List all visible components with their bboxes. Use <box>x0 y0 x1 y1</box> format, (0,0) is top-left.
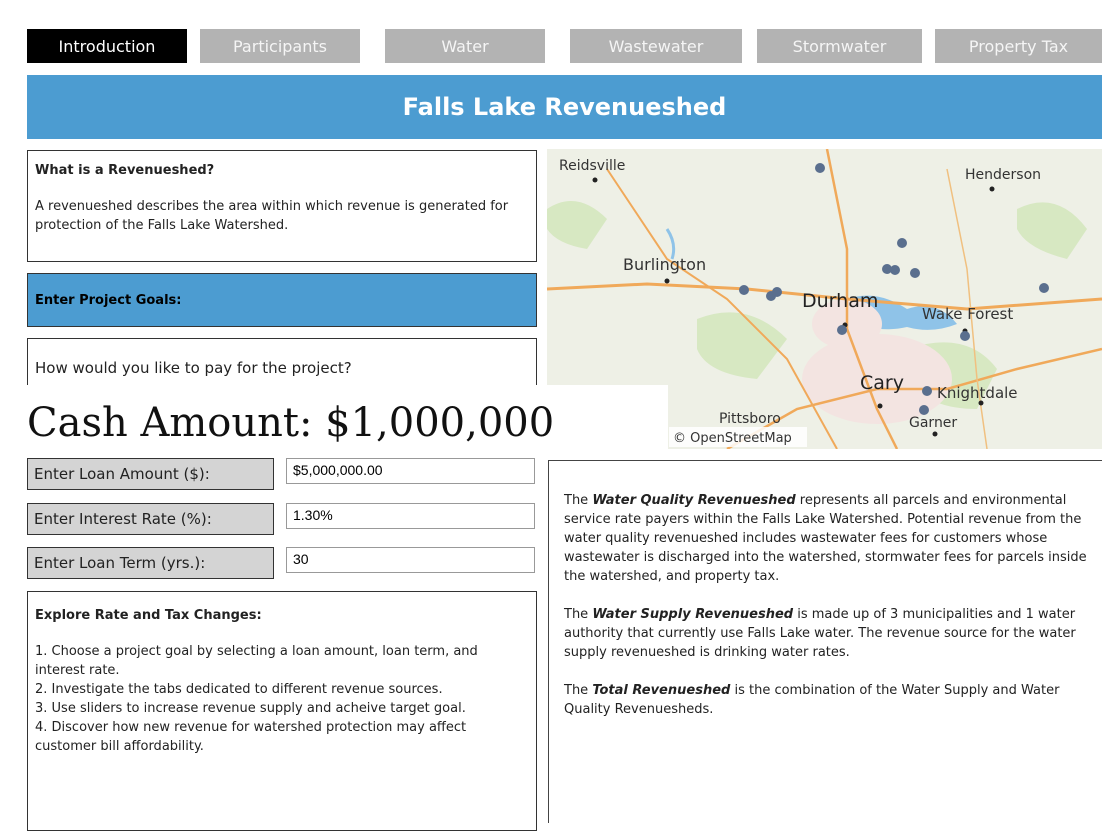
parcel-marker[interactable] <box>960 331 970 341</box>
parcel-marker[interactable] <box>910 268 920 278</box>
parcel-marker[interactable] <box>739 285 749 295</box>
explore-title: Explore Rate and Tax Changes: <box>35 608 262 623</box>
map-label-cary: Cary <box>860 372 904 394</box>
total-term: Total Revenueshed <box>592 683 731 698</box>
cash-amount-display: Cash Amount: $1,000,000 <box>0 385 668 460</box>
what-is-revenueshed-box: What is a Revenueshed? A revenueshed des… <box>27 150 537 262</box>
loan-term-label: Enter Loan Term (yrs.): <box>27 547 274 579</box>
map-label-garner: Garner <box>909 415 957 431</box>
city-dot <box>877 403 883 409</box>
water-quality-paragraph: The Water Quality Revenueshed represents… <box>564 491 1092 586</box>
map-label-pittsboro: Pittsboro <box>719 411 781 427</box>
water-supply-term: Water Supply Revenueshed <box>592 607 794 622</box>
map-label-henderson: Henderson <box>965 167 1041 183</box>
parcel-marker[interactable] <box>890 265 900 275</box>
tab-wastewater[interactable]: Wastewater <box>570 29 742 63</box>
parcel-marker[interactable] <box>897 238 907 248</box>
what-box-text: A revenueshed describes the area within … <box>35 199 509 233</box>
parcel-marker[interactable] <box>837 325 847 335</box>
map-label-wake-forest: Wake Forest <box>922 305 1013 323</box>
text: The <box>564 607 593 622</box>
map-label-burlington: Burlington <box>623 255 706 274</box>
text: The <box>564 683 593 698</box>
tab-stormwater[interactable]: Stormwater <box>757 29 922 63</box>
parcel-marker[interactable] <box>815 163 825 173</box>
text: The <box>564 493 593 508</box>
map-attribution[interactable]: © OpenStreetMap <box>673 431 792 446</box>
explore-box: Explore Rate and Tax Changes: 1. Choose … <box>27 591 537 831</box>
interest-rate-label: Enter Interest Rate (%): <box>27 503 274 535</box>
city-dot <box>664 278 670 284</box>
tab-participants[interactable]: Participants <box>200 29 360 63</box>
payment-question: How would you like to pay for the projec… <box>35 359 352 377</box>
explore-list: 1. Choose a project goal by selecting a … <box>35 642 529 756</box>
parcel-marker[interactable] <box>919 405 929 415</box>
explore-item: 3. Use sliders to increase revenue suppl… <box>35 701 466 716</box>
explore-item: 2. Investigate the tabs dedicated to dif… <box>35 682 443 697</box>
explore-item: 4. Discover how new revenue for watershe… <box>35 720 467 754</box>
revenueshed-descriptions: The Water Quality Revenueshed represents… <box>548 460 1102 823</box>
loan-amount-label: Enter Loan Amount ($): <box>27 458 274 490</box>
map-label-reidsville: Reidsville <box>559 158 625 174</box>
water-supply-paragraph: The Water Supply Revenueshed is made up … <box>564 605 1092 662</box>
loan-term-input[interactable]: 30 <box>286 547 535 573</box>
water-quality-term: Water Quality Revenueshed <box>592 493 796 508</box>
city-dot <box>989 186 995 192</box>
map-label-knightdale: Knightdale <box>937 384 1018 402</box>
total-paragraph: The Total Revenueshed is the combination… <box>564 681 1092 719</box>
tab-water[interactable]: Water <box>385 29 545 63</box>
map-label-durham: Durham <box>802 290 878 312</box>
parcel-marker[interactable] <box>922 386 932 396</box>
parcel-marker[interactable] <box>1039 283 1049 293</box>
loan-amount-input[interactable]: $5,000,000.00 <box>286 458 535 484</box>
project-goals-header: Enter Project Goals: <box>27 273 537 327</box>
tab-property-tax[interactable]: Property Tax <box>935 29 1102 63</box>
city-dot <box>932 431 938 437</box>
parcel-marker[interactable] <box>772 287 782 297</box>
what-box-title: What is a Revenueshed? <box>35 163 215 178</box>
interest-rate-input[interactable]: 1.30% <box>286 503 535 529</box>
page-title: Falls Lake Revenueshed <box>27 75 1102 139</box>
city-dot <box>592 177 598 183</box>
tab-introduction[interactable]: Introduction <box>27 29 187 63</box>
explore-item: 1. Choose a project goal by selecting a … <box>35 644 478 678</box>
